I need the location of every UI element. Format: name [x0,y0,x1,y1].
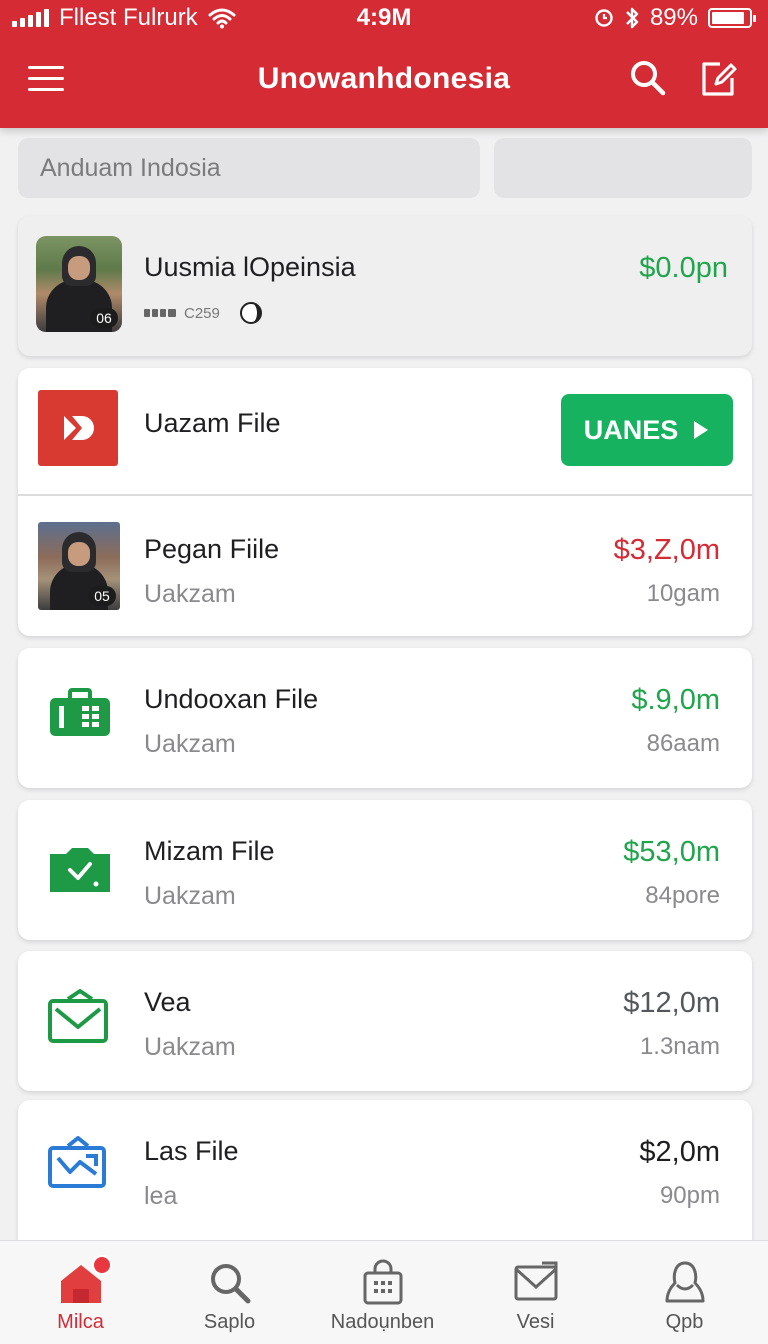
list-item[interactable]: Undooxan File Uakzam $.9,0m 86aam [18,648,752,788]
transaction-title: Pegan Fiile [144,534,280,564]
tab-shop[interactable]: Nadoụnben [306,1241,459,1344]
transaction-title: Mizam File [144,836,275,866]
featured-card: Uazam File UANES 05 Pegan Fiile Uakzam $… [18,368,752,636]
alarm-icon [595,9,613,27]
transaction-amount: $53,0m [623,836,720,868]
notification-badge [92,1255,112,1275]
transaction-amount: $.9,0m [631,684,720,716]
tab-label: Vesi [516,1311,555,1333]
tab-home[interactable]: Milca [4,1241,157,1344]
tab-search[interactable]: Saplo [153,1241,306,1344]
account-meta: C259 [144,300,264,326]
folder-check-icon [50,848,110,892]
filter-field[interactable] [494,138,752,198]
transaction-time: 84pore [645,882,720,909]
bluetooth-icon [626,7,639,29]
transaction-subtitle: Uakzam [144,1033,236,1061]
list-item[interactable]: Vea Uakzam $12,0m 1.3nam [18,951,752,1091]
compose-icon[interactable] [698,58,740,100]
avatar-badge: 05 [88,586,116,606]
divider [18,494,752,496]
transaction-amount: $12,0m [623,987,720,1019]
list-item[interactable]: Mizam File Uakzam $53,0m 84pore [18,800,752,940]
transaction-title: Vea [144,987,191,1017]
open-button[interactable]: UANES [561,394,733,466]
transaction-amount: $3,Z,0m [613,534,720,566]
transaction-subtitle: lea [144,1182,178,1210]
battery-fill [712,12,745,24]
search-input[interactable]: Anduam Indosia [18,138,480,198]
transaction-time: 1.3nam [639,1033,720,1060]
transaction-time: 10gam [646,580,720,607]
avatar: 06 [36,236,122,332]
transaction-title: Undooxan File [144,684,319,714]
account-meta-code: C259 [184,304,220,322]
app-logo-icon [38,390,118,466]
tab-messages[interactable]: Vesi [459,1241,612,1344]
tab-profile[interactable]: Qpb [608,1241,761,1344]
briefcase-icon [50,688,110,736]
open-button-label: UANES [583,414,679,445]
bottom-nav: Milca Saplo Nadoụnben Vesi Qpb [0,1240,768,1344]
transaction-title: Las File [144,1136,239,1166]
status-bar-right: 89% [594,4,756,32]
battery-percent: 89% [649,4,698,31]
nav-bar: Unowanhdonesia [0,50,768,110]
status-bar: Fllest Fulrurk 4:9M 89% [0,0,768,36]
featured-title: Uazam File [144,408,281,438]
moon-icon [239,302,262,324]
search-icon[interactable] [628,58,668,98]
signal-bars-icon [144,309,176,317]
inbox-icon [48,989,108,1043]
tab-label: Milca [57,1311,104,1333]
tab-label: Qpb [665,1311,704,1333]
transaction-subtitle: Uakzam [144,580,236,608]
shopping-bag-icon [363,1259,402,1305]
transaction-time: 90pm [659,1182,720,1209]
list-item[interactable]: Las File lea $2,0m 90pm [18,1100,752,1260]
transaction-time: 86aam [646,730,720,757]
tab-label: Saplo [203,1311,256,1333]
avatar: 05 [38,522,120,610]
search-icon [210,1264,250,1304]
tab-label: Nadoụnben [330,1311,435,1333]
mail-chart-icon [48,1136,106,1188]
profile-icon [665,1261,704,1303]
account-name: Uusmia lOpeinsia [144,252,356,282]
account-card[interactable]: 06 Uusmia lOpeinsia $0.0pn C259 [18,216,752,356]
account-balance: $0.0pn [639,252,728,284]
mail-icon [514,1261,557,1301]
play-icon [694,421,709,439]
transaction-amount: $2,0m [639,1136,720,1168]
transaction-subtitle: Uakzam [144,730,236,758]
app-header: Fllest Fulrurk 4:9M 89% Unowanhdonesia [0,0,768,128]
battery-icon [708,8,756,28]
transaction-subtitle: Uakzam [144,882,236,910]
avatar-badge: 06 [90,308,118,328]
